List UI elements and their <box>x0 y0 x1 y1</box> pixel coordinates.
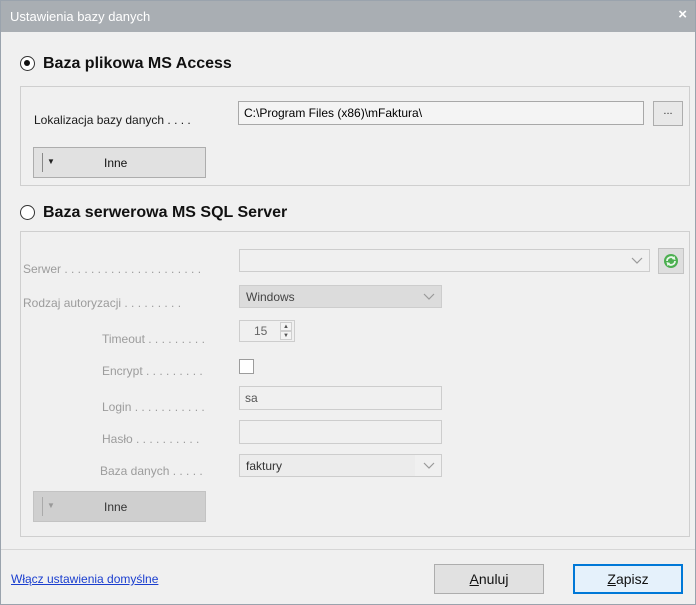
password-label: Hasło . . . . . . . . . . <box>102 432 200 446</box>
chevron-down-icon <box>423 293 435 300</box>
dropdown-arrow-icon: ▼ <box>47 501 55 510</box>
settings-dialog: Ustawienia bazy danych × Baza plikowa MS… <box>0 0 696 605</box>
location-input[interactable]: C:\Program Files (x86)\mFaktura\ <box>238 101 644 125</box>
spin-down-icon[interactable]: ▼ <box>280 331 292 340</box>
restore-defaults-link[interactable]: Włącz ustawienia domyślne <box>11 572 158 586</box>
close-icon[interactable]: × <box>678 6 687 23</box>
sql-panel: Serwer . . . . . . . . . . . . . . . . .… <box>20 231 690 537</box>
footer-divider <box>1 549 695 550</box>
login-label: Login . . . . . . . . . . . <box>102 400 205 414</box>
password-input[interactable] <box>239 420 442 444</box>
sql-more-label: Inne <box>104 500 128 514</box>
window-title: Ustawienia bazy danych <box>10 9 151 24</box>
timeout-value: 15 <box>254 324 268 338</box>
cancel-button[interactable]: Anuluj <box>434 564 544 594</box>
timeout-stepper[interactable]: 15 ▲ ▼ <box>239 320 295 342</box>
cancel-accelerator: A <box>469 571 479 587</box>
save-button[interactable]: Zapisz <box>573 564 683 594</box>
access-radio[interactable] <box>20 56 35 71</box>
cancel-label-rest: nuluj <box>478 571 509 587</box>
title-bar: Ustawienia bazy danych × <box>1 1 695 32</box>
refresh-icon <box>664 254 678 268</box>
server-label: Serwer . . . . . . . . . . . . . . . . .… <box>23 262 202 276</box>
sql-more-button[interactable]: ▼ Inne <box>33 491 206 522</box>
encrypt-label: Encrypt . . . . . . . . . <box>102 364 203 378</box>
dropdown-arrow-icon: ▼ <box>47 157 55 166</box>
server-select[interactable] <box>239 249 650 272</box>
sql-radio[interactable] <box>20 205 35 220</box>
button-separator <box>42 153 43 172</box>
access-more-label: Inne <box>104 156 128 170</box>
save-label-rest: apisz <box>615 571 649 587</box>
auth-label: Rodzaj autoryzacji . . . . . . . . . <box>23 296 182 310</box>
refresh-servers-button[interactable] <box>658 248 684 274</box>
sql-heading: Baza serwerowa MS SQL Server <box>43 204 288 221</box>
location-label: Lokalizacja bazy danych . . . . <box>34 113 191 127</box>
chevron-down-icon <box>423 462 435 469</box>
spin-up-icon[interactable]: ▲ <box>280 322 292 331</box>
login-input[interactable]: sa <box>239 386 442 410</box>
access-panel: Lokalizacja bazy danych . . . . C:\Progr… <box>20 86 690 186</box>
access-heading: Baza plikowa MS Access <box>43 55 232 72</box>
button-separator <box>42 497 43 516</box>
encrypt-checkbox[interactable] <box>239 359 254 374</box>
database-value: faktury <box>246 459 283 473</box>
browse-button[interactable]: ... <box>653 101 683 126</box>
save-accelerator: Z <box>607 571 616 587</box>
access-more-button[interactable]: ▼ Inne <box>33 147 206 178</box>
database-select[interactable]: faktury <box>239 454 442 477</box>
auth-value: Windows <box>246 290 295 304</box>
chevron-down-icon <box>631 257 643 264</box>
timeout-label: Timeout . . . . . . . . . <box>102 332 205 346</box>
database-label: Baza danych . . . . . <box>100 464 203 478</box>
auth-select[interactable]: Windows <box>239 285 442 308</box>
